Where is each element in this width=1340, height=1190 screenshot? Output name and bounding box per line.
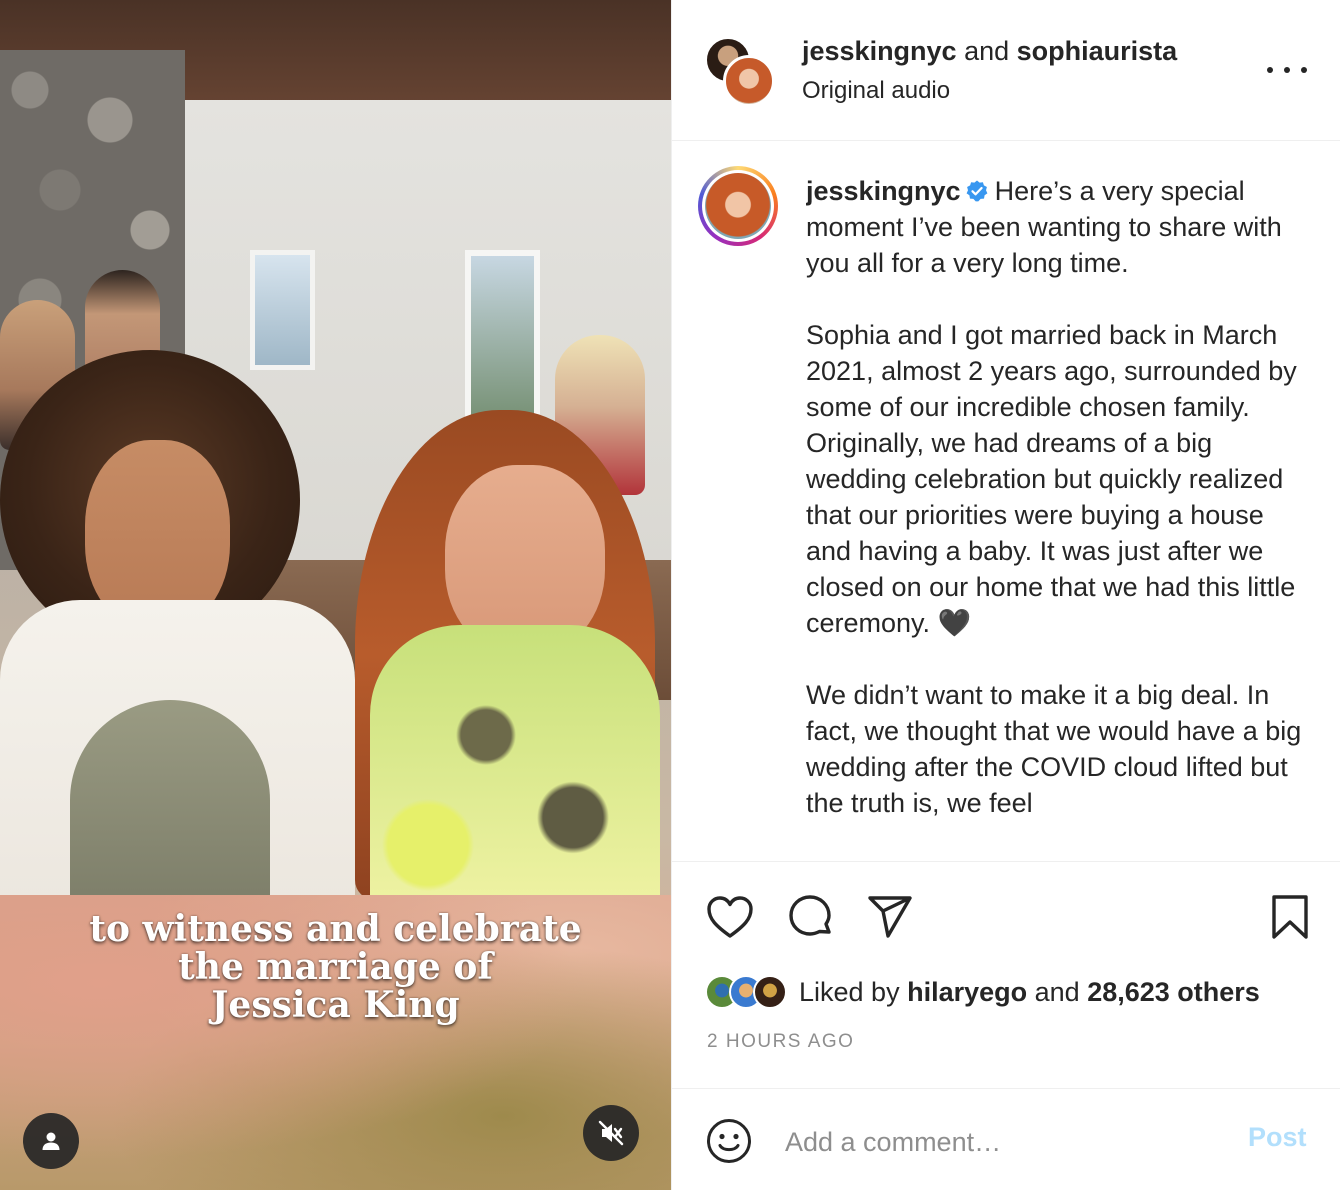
tagged-users-button[interactable] [23, 1113, 79, 1169]
author-avatar-story-ring[interactable] [698, 166, 778, 246]
black-heart-emoji: 🖤 [937, 608, 972, 638]
audio-link[interactable]: Original audio [802, 77, 950, 105]
post-header: jesskingnyc and sophiaurista Original au… [672, 0, 1340, 141]
more-options-button[interactable] [1267, 58, 1307, 82]
smiley-face-icon [707, 1119, 751, 1163]
likes-summary: Liked by hilaryego and 28,623 others [705, 972, 1325, 1012]
caption-username[interactable]: jesskingnyc [806, 176, 961, 206]
mute-toggle-button[interactable] [583, 1105, 639, 1161]
reel-video[interactable]: to witness and celebrate the marriage of… [0, 0, 671, 1190]
video-bride-right-dress [370, 625, 660, 900]
caption-text: We didn’t want to make it a big deal. In… [806, 680, 1302, 818]
heart-icon [707, 896, 753, 938]
post-caption: jesskingnyc Here’s a very special moment … [806, 173, 1306, 861]
collab-connector: and [956, 36, 1017, 66]
save-button[interactable] [1265, 892, 1315, 942]
caption-paragraph: Sophia and I got married back in March 2… [806, 317, 1306, 641]
comment-bubble-icon [789, 895, 831, 936]
author-avatar-frame [702, 170, 774, 242]
caption-paragraph: We didn’t want to make it a big deal. In… [806, 677, 1306, 821]
video-caption-line: Jessica King [211, 984, 460, 1026]
more-dot [1301, 67, 1307, 73]
likes-count-link[interactable]: 28,623 others [1087, 977, 1260, 1007]
post-timestamp[interactable]: 2 HOURS AGO [707, 1031, 854, 1053]
post-actions: Liked by hilaryego and 28,623 others 2 H… [672, 861, 1340, 1089]
comment-bar: Post [672, 1090, 1340, 1190]
post-sidebar: jesskingnyc and sophiaurista Original au… [671, 0, 1340, 1190]
share-button[interactable] [865, 892, 915, 942]
bookmark-icon [1272, 895, 1308, 939]
avatar [753, 975, 787, 1009]
liker-username-link[interactable]: hilaryego [907, 977, 1027, 1007]
username-link[interactable]: sophiaurista [1017, 36, 1178, 66]
speaker-muted-icon [598, 1120, 624, 1146]
video-caption-line: to witness and celebrate [89, 908, 582, 950]
more-dot [1267, 67, 1273, 73]
likes-text: Liked by hilaryego and 28,623 others [799, 977, 1260, 1008]
emoji-picker-button[interactable] [705, 1117, 753, 1165]
avatar [705, 173, 771, 239]
video-caption: to witness and celebrate the marriage of… [0, 910, 671, 1024]
paper-plane-icon [868, 896, 912, 938]
caption-text: Sophia and I got married back in March 2… [806, 320, 1297, 638]
video-caption-line: the marriage of [178, 946, 493, 988]
comment-input[interactable] [785, 1120, 1225, 1164]
avatar [723, 55, 775, 107]
verified-badge-icon [966, 180, 987, 202]
collab-usernames: jesskingnyc and sophiaurista [802, 36, 1177, 67]
likes-connector: and [1027, 976, 1088, 1007]
like-button[interactable] [705, 892, 755, 942]
more-dot [1284, 67, 1290, 73]
post-comment-button[interactable]: Post [1248, 1122, 1307, 1153]
video-bride-left-top [70, 700, 270, 900]
collab-avatars[interactable] [705, 37, 777, 109]
comment-button[interactable] [785, 892, 835, 942]
video-window-small [250, 250, 315, 370]
user-icon [42, 1132, 60, 1150]
likes-prefix: Liked by [799, 976, 908, 1007]
username-link[interactable]: jesskingnyc [802, 36, 957, 66]
caption-paragraph: jesskingnyc Here’s a very special moment … [806, 173, 1306, 281]
